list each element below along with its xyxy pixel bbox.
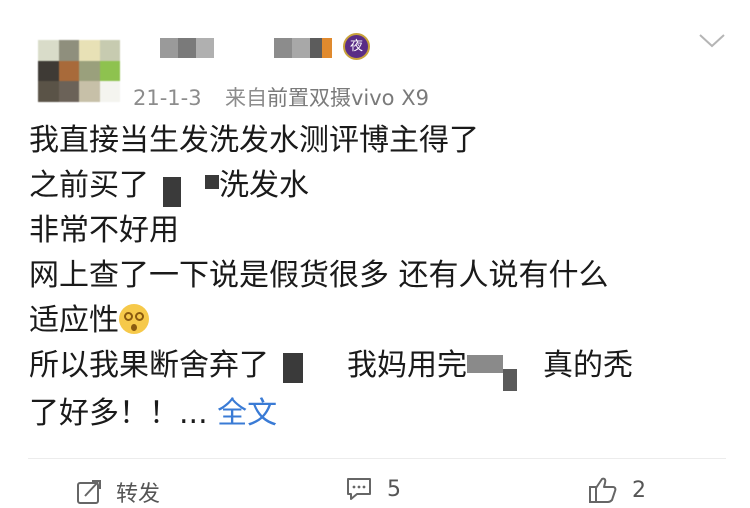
source-prefix: 来自 [224,86,267,110]
full-text-link[interactable]: 全文 [217,396,277,431]
post-line: 非常不好用 [29,213,179,248]
night-badge-icon: 夜 [343,33,370,60]
post-line: 我直接当生发洗发水测评博主得了 [29,123,479,158]
source-device[interactable]: 前置双摄vivo X9 [267,86,429,110]
username-redacted[interactable] [160,38,332,58]
post-line: 网上查了一下说是假货很多 还有人说有什么 [29,258,609,293]
chevron-down-icon[interactable] [698,33,726,49]
thumbs-up-icon [589,477,617,503]
comment-icon [347,478,371,500]
post-line: 之前买了 洗发水 [29,163,729,208]
post-text[interactable]: 我直接当生发洗发水测评博主得了 之前买了 洗发水 非常不好用 网上查了一下说是假货… [29,118,729,436]
comment-button[interactable]: 5 [345,476,401,502]
comment-count: 5 [387,476,401,502]
repost-label: 转发 [116,482,161,507]
like-button[interactable]: 2 [588,476,646,504]
post-line: 了好多！！... 全文 [29,396,278,431]
repost-button[interactable]: 转发 [76,476,160,508]
post-line: 适应性 [29,298,729,343]
redacted-brand [163,177,181,207]
avatar[interactable] [38,40,120,102]
redacted-brand [283,353,303,383]
divider [28,458,726,459]
post-meta: 21-1-3 来自前置双摄vivo X9 [133,82,429,112]
repost-icon [77,480,101,504]
dizzy-face-icon [119,304,149,334]
post-line: 所以我果断舍弃了 我妈用完 真的秃 [29,343,729,391]
like-count: 2 [632,477,646,503]
post-date: 21-1-3 [133,86,202,110]
